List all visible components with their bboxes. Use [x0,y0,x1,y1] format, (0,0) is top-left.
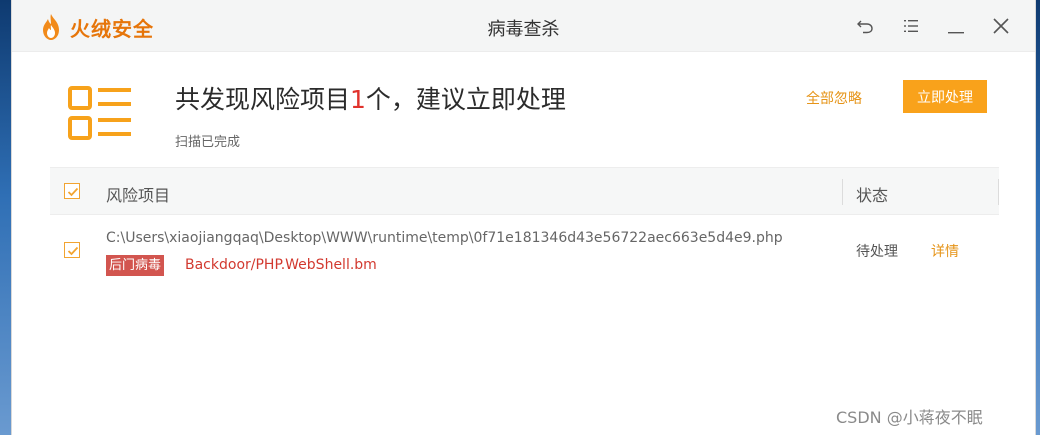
threat-name: Backdoor/PHP.WebShell.bm [185,257,377,273]
antivirus-window: 火绒安全 病毒查杀 共发现风险项目1个，建议立即处理 扫描已完成 全部忽略 立即… [11,0,1036,435]
headline-suffix: 个，建议立即处理 [365,85,566,114]
risk-count: 1 [350,85,366,114]
process-now-button[interactable]: 立即处理 [903,80,987,113]
column-header-risk: 风险项目 [106,186,171,205]
column-divider [842,179,843,205]
column-divider [998,179,999,205]
titlebar: 火绒安全 病毒查杀 [12,0,1035,52]
risk-list-icon [67,82,133,148]
detail-link[interactable]: 详情 [931,241,959,261]
checkmark-icon [67,246,79,256]
window-title: 病毒查杀 [487,19,560,40]
close-icon[interactable] [991,16,1011,36]
file-path: C:\Users\xiaojiangqaq\Desktop\WWW\runtim… [106,230,783,246]
scan-status-text: 扫描已完成 [175,135,241,150]
scan-result-headline: 共发现风险项目1个，建议立即处理 [175,80,566,116]
watermark: CSDN @小蒋夜不眠 [836,408,983,427]
select-all-checkbox[interactable] [64,183,80,199]
headline-prefix: 共发现风险项目 [175,85,351,114]
menu-icon[interactable] [901,16,921,36]
table-header: 风险项目 状态 [50,167,999,215]
row-status: 待处理 [856,244,898,260]
checkmark-icon [67,187,79,197]
column-header-status: 状态 [856,186,889,205]
row-checkbox[interactable] [64,242,80,258]
ignore-all-link[interactable]: 全部忽略 [806,88,862,108]
threat-type-badge: 后门病毒 [106,255,165,276]
minimize-icon[interactable] [946,16,966,36]
undo-icon[interactable] [855,16,875,36]
